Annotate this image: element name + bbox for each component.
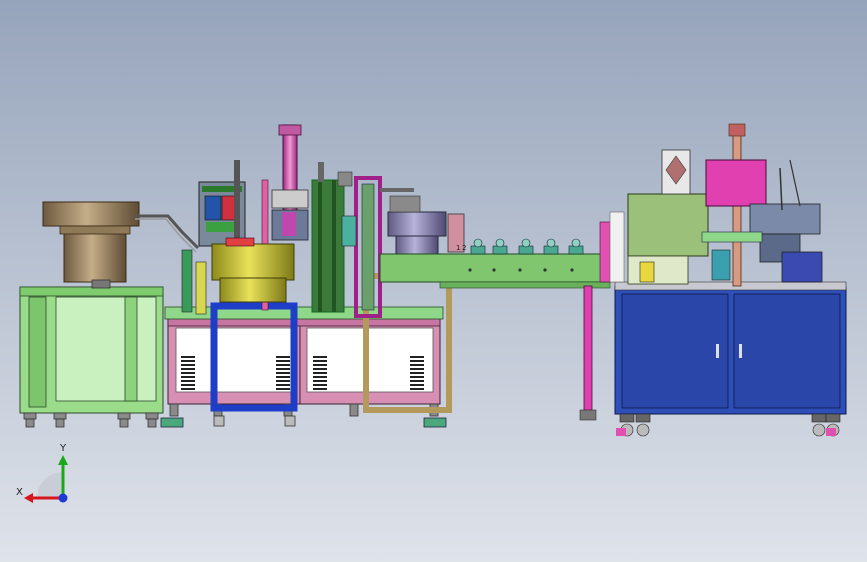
z-axis-point — [58, 493, 68, 503]
axis-y-label: Y — [60, 443, 67, 454]
fixture-number-label: 2 — [462, 244, 466, 252]
leveling-foot — [160, 417, 184, 428]
cad-viewport[interactable]: 12 X Y — [0, 0, 867, 562]
magenta-support-post — [583, 285, 593, 411]
assembly-line-model: 12 — [0, 0, 867, 562]
cabinet-handle-right — [739, 344, 742, 358]
axis-x-label: X — [16, 487, 23, 498]
magenta-box — [705, 159, 767, 207]
fixture-number-label: 1 — [456, 244, 460, 252]
gold-feeder-bowl — [211, 237, 295, 303]
cabinet-handle-left — [716, 344, 719, 358]
feeder-bowl-top — [42, 201, 140, 227]
feeder-bowl-base — [63, 231, 127, 283]
olive-housing — [627, 193, 709, 257]
